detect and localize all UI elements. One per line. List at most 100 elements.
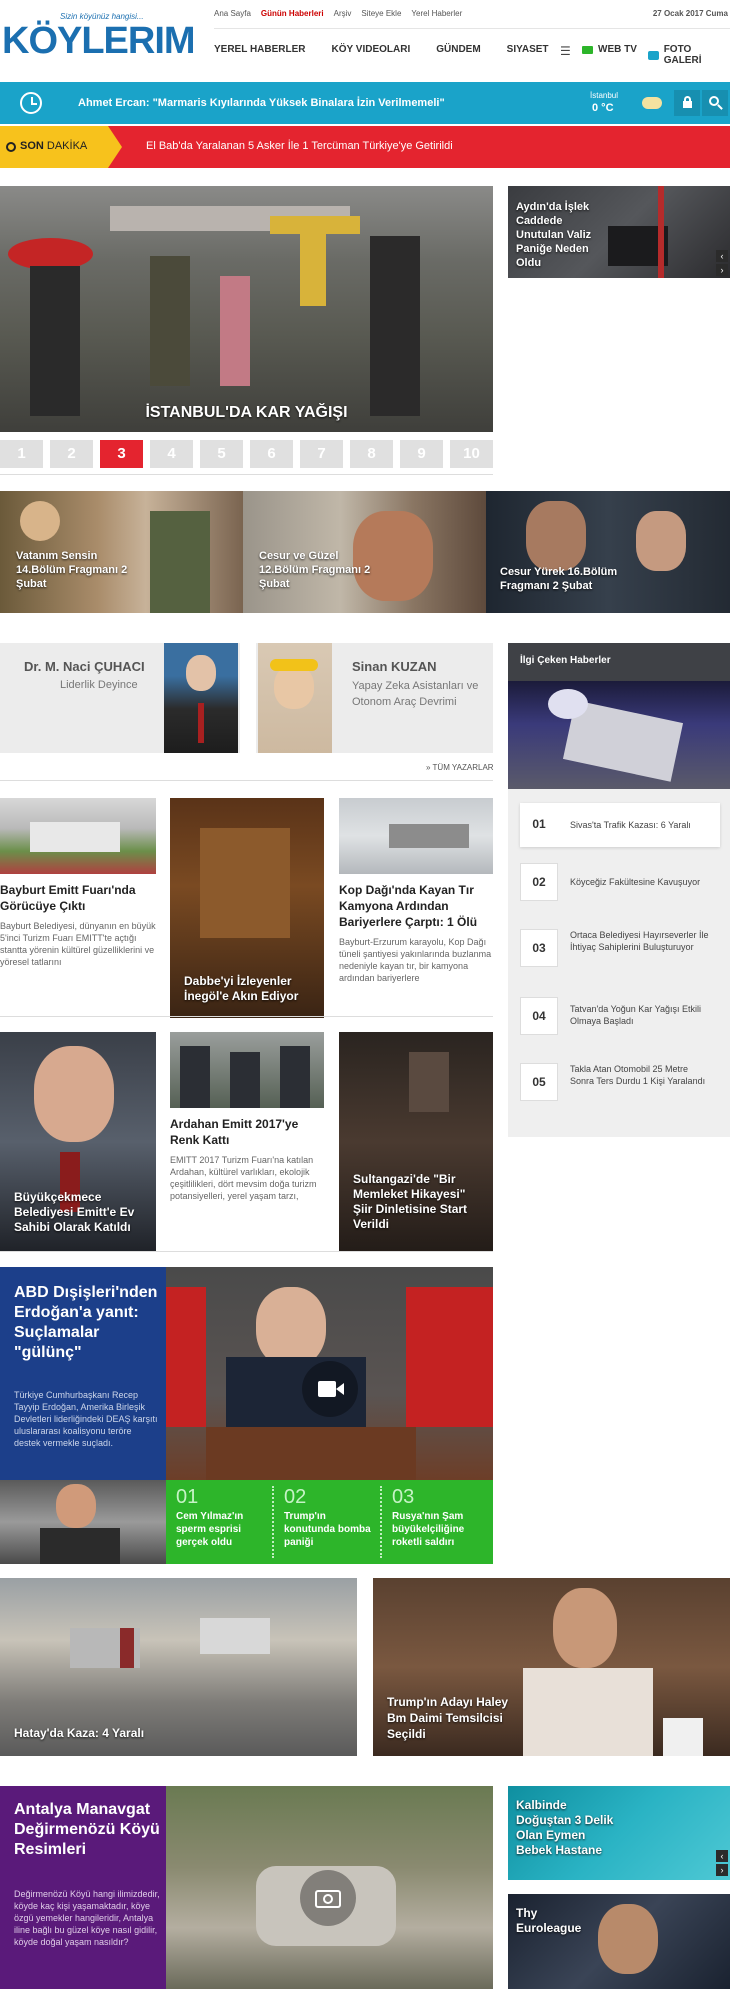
nav-local-news[interactable]: YEREL HABERLER <box>214 44 332 55</box>
nav-politics[interactable]: SIYASET <box>507 44 549 55</box>
slider-page-3[interactable]: 3 <box>100 440 143 468</box>
logo[interactable]: Sizin köyünüz hangisi... KÖYLERIM <box>0 10 200 66</box>
video-card-1[interactable]: Vatanım Sensin 14.Bölüm Fragmanı 2 Şubat <box>0 491 243 613</box>
news-card-2[interactable]: Dabbe'yi İzleyenler İnegöl'e Akın Ediyor <box>170 798 324 1018</box>
feature-block[interactable]: ABD Dışişleri'nden Erdoğan'a yanıt: Suçl… <box>0 1267 493 1480</box>
big-card-1-caption: Hatay'da Kaza: 4 Yaralı <box>14 1726 145 1740</box>
author-card-2[interactable]: Sinan KUZAN Yapay Zeka Asistanları ve Ot… <box>256 643 493 753</box>
side-bottom-next-button[interactable]: › <box>716 1864 728 1876</box>
side-prev-button[interactable]: ‹ <box>716 250 728 262</box>
photo-gallery-link[interactable]: FOTO GALERİ <box>648 44 730 66</box>
weather-cloud-icon <box>642 97 662 109</box>
breaking-bar: SON DAKİKA El Bab'da Yaralanan 5 Asker İ… <box>0 126 730 168</box>
slider-page-8[interactable]: 8 <box>350 440 393 468</box>
video-card-3-caption: Cesur Yürek 16.Bölüm Fragmanı 2 Şubat <box>500 566 618 592</box>
video-card-2[interactable]: Cesur ve Güzel 12.Bölüm Fragmanı 2 Şubat <box>243 491 486 613</box>
author-1-title: Liderlik Deyince <box>60 679 138 691</box>
feature-item-3-text: Rusya'nın Şam büyükelçiliğine roketli sa… <box>392 1511 465 1548</box>
popular-item-4[interactable]: 04 Tatvan'da Yoğun Kar Yağışı Etkili Olm… <box>508 997 728 1057</box>
news-card-6[interactable]: Sultangazi'de "Bir Memleket Hikayesi" Şi… <box>339 1032 493 1252</box>
top-link-archive[interactable]: Arşiv <box>334 9 352 18</box>
feature-item-1-num: 01 <box>176 1486 199 1508</box>
slider-page-6[interactable]: 6 <box>250 440 293 468</box>
breaking-text[interactable]: El Bab'da Yaralanan 5 Asker İle 1 Tercüm… <box>146 140 453 152</box>
camera-icon <box>648 50 659 60</box>
nav-village-videos[interactable]: KÖY VIDEOLARI <box>332 44 437 55</box>
side-next-button[interactable]: › <box>716 264 728 276</box>
top-link-local[interactable]: Yerel Haberler <box>411 9 462 18</box>
video-camera-icon <box>582 45 593 54</box>
popular-item-1[interactable]: 01 Sivas'ta Trafik Kazası: 6 Yaralı <box>508 803 728 863</box>
all-authors-link[interactable]: » TÜM YAZARLAR <box>426 763 494 772</box>
feature-item-2[interactable]: 02 Trump'ın konutunda bomba paniği <box>274 1480 382 1564</box>
feature-sub-image[interactable] <box>0 1480 166 1564</box>
side-news-bottom-2[interactable]: Thy Euroleague <box>508 1894 730 1989</box>
popular-header: İlgi Çeken Haberler <box>508 643 730 681</box>
gallery-block[interactable]: Antalya Manavgat Değirmenözü Köyü Resiml… <box>0 1786 493 1989</box>
date-text: 27 Ocak 2017 Cuma <box>652 9 728 18</box>
search-button[interactable] <box>702 90 728 116</box>
side-news-top[interactable]: Aydın'da İşlek Caddede Unutulan Valiz Pa… <box>508 186 730 278</box>
gallery-image <box>166 1786 493 1989</box>
author-2-title: Yapay Zeka Asistanları ve Otonom Araç De… <box>352 680 479 708</box>
slider-page-7[interactable]: 7 <box>300 440 343 468</box>
weather-temp: 0 °C <box>592 102 614 114</box>
author-card-1[interactable]: Dr. M. Naci ÇUHACI Liderlik Deyince <box>0 643 240 753</box>
main-nav: YEREL HABERLER KÖY VIDEOLARI GÜNDEM SIYA… <box>214 44 549 55</box>
menu-icon[interactable]: ☰ <box>560 44 571 58</box>
author-1-name: Dr. M. Naci ÇUHACI <box>24 659 145 674</box>
side-news-bottom-2-caption: Thy Euroleague <box>516 1906 582 1935</box>
news-card-1-title: Bayburt Emitt Fuarı'nda Görücüye Çıktı <box>0 883 136 913</box>
popular-item-2-text: Köyceğiz Fakültesine Kavuşuyor <box>570 877 701 887</box>
feature-title: ABD Dışişleri'nden Erdoğan'a yanıt: Suçl… <box>14 1284 158 1361</box>
news-card-3-title: Kop Dağı'nda Kayan Tır Kamyona Ardından … <box>339 883 478 929</box>
popular-item-2[interactable]: 02 Köyceğiz Fakültesine Kavuşuyor <box>508 863 728 923</box>
slider-page-4[interactable]: 4 <box>150 440 193 468</box>
ticker-bar: Ahmet Ercan: "Marmaris Kıyılarında Yükse… <box>0 82 730 124</box>
slider-page-9[interactable]: 9 <box>400 440 443 468</box>
main-slider[interactable]: İSTANBUL'DA KAR YAĞIŞI <box>0 186 493 432</box>
news-card-5[interactable]: Ardahan Emitt 2017'ye Renk Kattı EMITT 2… <box>170 1032 324 1252</box>
popular-item-1-num: 01 <box>520 806 558 844</box>
author-2-photo <box>258 643 332 753</box>
breaking-arrow <box>108 126 122 168</box>
news-card-1[interactable]: Bayburt Emitt Fuarı'nda Görücüye Çıktı B… <box>0 798 156 1018</box>
lock-button[interactable] <box>674 90 700 116</box>
popular-item-1-text: Sivas'ta Trafik Kazası: 6 Yaralı <box>570 820 691 830</box>
popular-item-5[interactable]: 05 Takla Atan Otomobil 25 Metre Sonra Te… <box>508 1063 728 1123</box>
top-link-home[interactable]: Ana Sayfa <box>214 9 251 18</box>
gallery-text: Değirmenözü Köyü hangi ilimizdedir, köyd… <box>14 1889 160 1947</box>
news-card-4[interactable]: Büyükçekmece Belediyesi Emitt'e Ev Sahib… <box>0 1032 156 1252</box>
side-bottom-prev-button[interactable]: ‹ <box>716 1850 728 1862</box>
big-card-2[interactable]: Trump'ın Adayı Haley Bm Daimi Temsilcisi… <box>373 1578 730 1756</box>
breaking-label: SON DAKİKA <box>20 140 87 152</box>
news-card-4-caption: Büyükçekmece Belediyesi Emitt'e Ev Sahib… <box>14 1190 135 1234</box>
gallery-camera-icon[interactable] <box>300 1870 356 1926</box>
news-card-1-text: Bayburt Belediyesi, dünyanın en büyük 5'… <box>0 921 156 967</box>
video-card-3[interactable]: Cesur Yürek 16.Bölüm Fragmanı 2 Şubat <box>486 491 730 613</box>
slider-page-10[interactable]: 10 <box>450 440 493 468</box>
top-link-today[interactable]: Günün Haberleri <box>261 9 324 18</box>
news-card-3[interactable]: Kop Dağı'nda Kayan Tır Kamyona Ardından … <box>339 798 493 1018</box>
slider-page-2[interactable]: 2 <box>50 440 93 468</box>
slider-caption: İSTANBUL'DA KAR YAĞIŞI <box>145 404 348 421</box>
video-card-2-caption: Cesur ve Güzel 12.Bölüm Fragmanı 2 Şubat <box>259 550 371 590</box>
big-card-2-caption: Trump'ın Adayı Haley Bm Daimi Temsilcisi… <box>387 1695 509 1741</box>
ticker-text[interactable]: Ahmet Ercan: "Marmaris Kıyılarında Yükse… <box>78 97 445 109</box>
feature-item-1-text: Cem Yılmaz'ın sperm esprisi gerçek oldu <box>176 1511 244 1548</box>
top-link-add[interactable]: Siteye Ekle <box>361 9 401 18</box>
top-links: Ana Sayfa Günün Haberleri Arşiv Siteye E… <box>214 9 472 18</box>
header-divider <box>214 28 730 29</box>
popular-item-3[interactable]: 03 Ortaca Belediyesi Hayırseverler İle İ… <box>508 929 728 989</box>
side-news-bottom-1[interactable]: Kalbinde Doğuştan 3 Delik Olan Eymen Beb… <box>508 1786 730 1880</box>
slider-page-1[interactable]: 1 <box>0 440 43 468</box>
popular-image[interactable] <box>508 681 730 789</box>
author-1-photo <box>164 643 238 753</box>
feature-item-1[interactable]: 01 Cem Yılmaz'ın sperm esprisi gerçek ol… <box>166 1480 274 1564</box>
video-play-icon[interactable] <box>302 1361 358 1417</box>
big-card-1[interactable]: Hatay'da Kaza: 4 Yaralı <box>0 1578 357 1756</box>
web-tv-link[interactable]: WEB TV <box>582 44 637 55</box>
feature-item-3[interactable]: 03 Rusya'nın Şam büyükelçiliğine roketli… <box>382 1480 490 1564</box>
nav-agenda[interactable]: GÜNDEM <box>436 44 506 55</box>
slider-page-5[interactable]: 5 <box>200 440 243 468</box>
